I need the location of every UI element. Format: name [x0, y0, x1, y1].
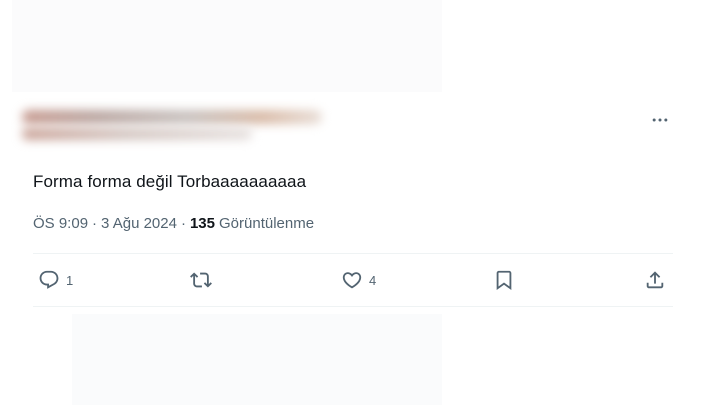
- like-count: 4: [369, 272, 377, 288]
- tweet-time[interactable]: ÖS 9:09: [33, 215, 88, 232]
- reply-count: 1: [66, 272, 74, 288]
- share-button[interactable]: [644, 268, 666, 292]
- action-bar: 1 4: [20, 254, 690, 306]
- author-handle-blurred: [22, 128, 252, 140]
- bookmark-button[interactable]: [493, 268, 515, 292]
- like-button[interactable]: 4: [341, 268, 376, 292]
- more-options-button[interactable]: [648, 108, 672, 132]
- background-panel: [12, 0, 442, 92]
- bookmark-icon: [496, 270, 512, 291]
- page: Forma forma değil Torbaaaaaaaaaa ÖS 9:09…: [0, 0, 720, 405]
- views-label: Görüntülenme: [219, 215, 315, 232]
- tweet-text: Forma forma değil Torbaaaaaaaaaa: [33, 172, 307, 191]
- heart-icon: [342, 272, 362, 289]
- reply-button[interactable]: 1: [38, 268, 73, 292]
- retweet-button[interactable]: [190, 268, 212, 292]
- meta-separator: ·: [180, 215, 186, 232]
- author-header-redacted[interactable]: [20, 106, 340, 144]
- author-name-blurred: [22, 110, 322, 124]
- meta-separator: ·: [92, 215, 98, 232]
- tweet-meta: ÖS 9:09 · 3 Ağu 2024 · 135 Görüntülenme: [33, 215, 314, 232]
- tweet-date[interactable]: 3 Ağu 2024: [101, 215, 177, 232]
- views-count: 135: [189, 215, 215, 232]
- tweet-card: Forma forma değil Torbaaaaaaaaaa ÖS 9:09…: [20, 92, 690, 314]
- retweet-icon: [190, 272, 212, 288]
- reply-icon: [39, 270, 59, 289]
- background-panel: [72, 312, 442, 405]
- share-icon: [646, 271, 664, 289]
- more-horizontal-icon: [652, 118, 668, 122]
- divider: [33, 306, 673, 307]
